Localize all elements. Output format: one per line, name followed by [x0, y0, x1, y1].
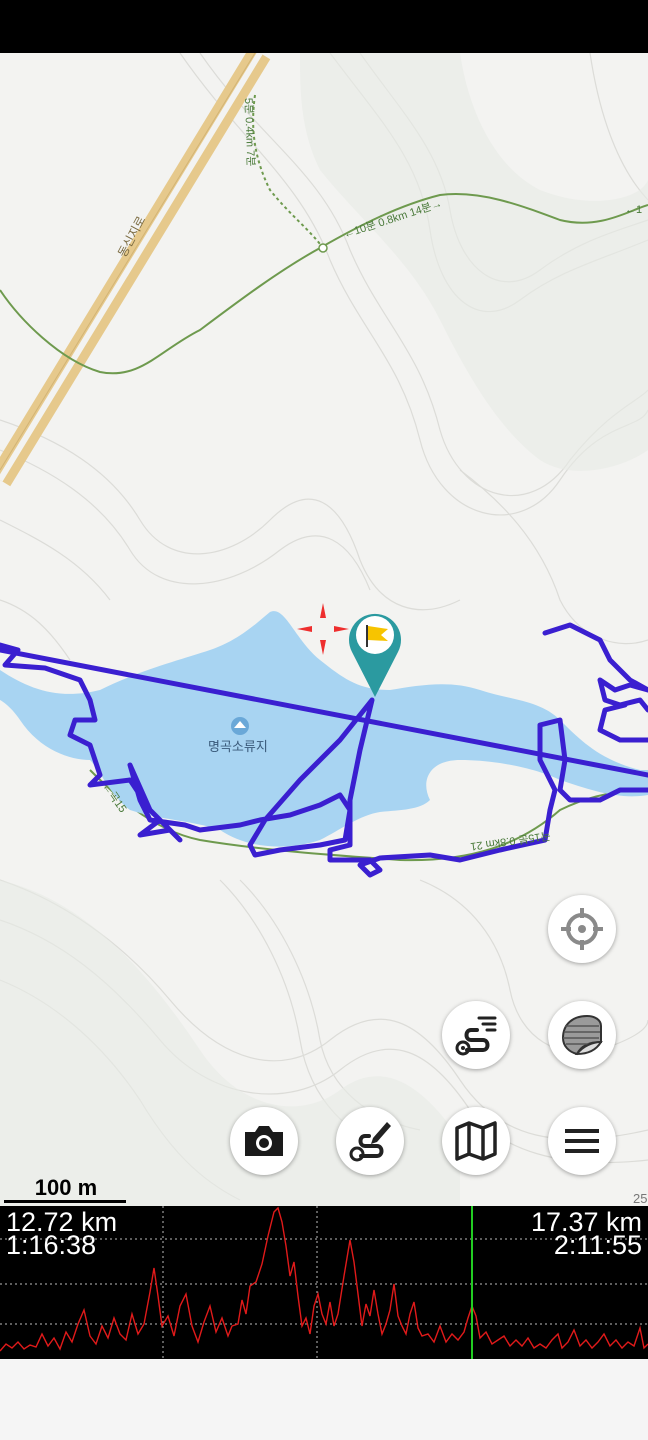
scale-bar: 100 m	[4, 1175, 128, 1205]
layers-button[interactable]	[548, 1001, 616, 1069]
maps-button[interactable]	[442, 1107, 510, 1175]
trail-label-1: 5분 0.4km 7분	[242, 98, 256, 167]
draw-route-button[interactable]	[336, 1107, 404, 1175]
menu-button[interactable]	[548, 1107, 616, 1175]
draw-route-icon	[349, 1122, 391, 1162]
trail-junction	[318, 243, 328, 253]
map-edge-number: 25	[633, 1191, 647, 1206]
scale-line	[4, 1200, 126, 1203]
route-list-button[interactable]	[442, 1001, 510, 1069]
camera-button[interactable]	[230, 1107, 298, 1175]
status-bar	[0, 0, 648, 53]
locate-button[interactable]	[548, 895, 616, 963]
trail-label-3: ←1	[625, 204, 642, 216]
route-list-icon	[455, 1016, 497, 1056]
menu-icon	[565, 1129, 599, 1153]
bottom-area	[0, 1359, 648, 1440]
camera-icon	[245, 1126, 283, 1156]
reservoir-label: 명곡소류지	[208, 739, 268, 754]
track-profile-chart[interactable]: 12.72 km 1:16:38 17.37 km 2:11:55	[0, 1206, 648, 1359]
crosshair-icon	[561, 908, 603, 950]
left-time: 1:16:38	[6, 1230, 97, 1260]
reservoir-poi-icon	[231, 717, 249, 735]
layers-icon	[561, 1014, 603, 1056]
right-time: 2:11:55	[553, 1230, 642, 1260]
highway-road	[0, 53, 271, 487]
scale-label: 100 m	[34, 1175, 98, 1200]
map-icon	[455, 1121, 497, 1161]
